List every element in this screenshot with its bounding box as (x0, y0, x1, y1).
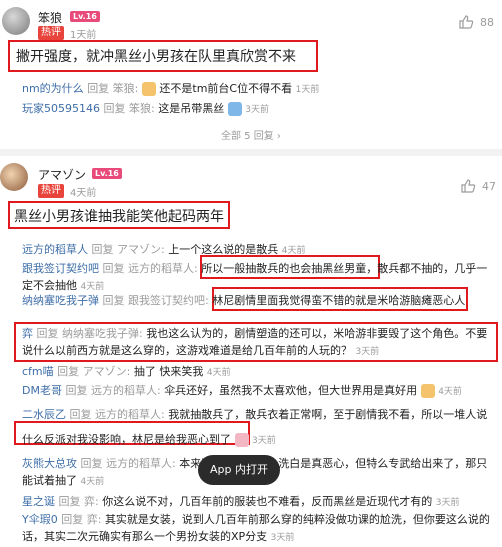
reply-item[interactable]: 星之诞 回复 弈: 你这么说不对，几百年前的服装也不难看，反而黑丝是近现代才有的… (22, 493, 459, 509)
reply-target: 远方的稻草人: (106, 457, 176, 470)
reply-username[interactable]: 星之诞 (22, 495, 55, 508)
comment-username[interactable]: 笨狼 (38, 9, 62, 26)
reply-username[interactable]: Y伞瑕0 (22, 513, 58, 526)
reply-target: 远方的稻草人: (90, 384, 161, 397)
reply-time: 4天前 (438, 387, 462, 397)
reply-item[interactable]: cfm喵 回复 アマゾン: 抽了 快来笑我 4天前 (22, 363, 231, 379)
reply-target: 远方的稻草人: (95, 408, 165, 421)
reply-item[interactable]: 玩家50595146 回复 笨狼: 这是吊带黑丝 3天前 (22, 100, 269, 116)
reply-target: 笨狼: (112, 82, 139, 95)
reply-item[interactable]: 纳纳塞吃我子弹 回复 跟我签订契约吧: 林尼剧情里面我觉得蛮不错的就是米哈游脑瘫… (22, 292, 465, 308)
reply-time: 4天前 (206, 368, 231, 378)
reply-text: 抽了 快来笑我 (133, 365, 204, 378)
reply-separator: 回复 (65, 384, 88, 397)
like-count: 88 (480, 16, 494, 29)
reply-text: 这是吊带黑丝 (158, 102, 225, 115)
reply-target: 弈: (84, 495, 99, 508)
reply-target: アマゾン: (82, 365, 131, 378)
reply-time: 3天前 (245, 105, 269, 115)
reply-item[interactable]: DM老哥 回复 远方的稻草人: 伞兵还好，虽然我不太喜欢他，但大世界用是真好用 … (22, 382, 462, 398)
reply-time: 3天前 (435, 498, 460, 508)
reply-time: 1天前 (295, 85, 320, 95)
thumb-up-icon (461, 179, 476, 193)
reply-text: 还不是tm前台C位不得不看 (159, 82, 293, 95)
open-in-app-button[interactable]: App 内打开 (198, 455, 280, 485)
chevron-right-icon: › (276, 131, 281, 142)
reply-username[interactable]: nm的为什么 (22, 82, 84, 95)
reply-target: 远方的稻草人: (128, 262, 198, 275)
reply-target: 纳纳塞吃我子弹: (62, 327, 143, 340)
level-badge: Lv.16 (70, 11, 100, 22)
reply-target: 跟我签订契约吧: (128, 294, 209, 307)
reply-text: 你这么说不对，几百年前的服装也不难看，反而黑丝是近现代才有的 (102, 495, 433, 508)
reply-item[interactable]: nm的为什么 回复 笨狼: 还不是tm前台C位不得不看 1天前 (22, 80, 319, 96)
reply-separator: 回复 (87, 82, 110, 95)
reply-separator: 回复 (69, 408, 92, 421)
level-badge: Lv.16 (92, 168, 122, 179)
open-in-app-label: App 内打开 (210, 463, 268, 476)
reply-username[interactable]: 灰熊大总攻 (22, 457, 77, 470)
reply-separator: 回复 (102, 294, 125, 307)
section-divider (0, 149, 502, 156)
hot-comment-badge: 热评 (38, 26, 64, 40)
reply-target: 弈: (86, 513, 102, 526)
comment-text: 黑丝小男孩谁抽我能笑他起码两年 (14, 209, 224, 225)
emoji-sticker-icon (234, 433, 249, 447)
reply-separator: 回复 (58, 495, 81, 508)
reply-separator: 回复 (91, 243, 114, 256)
reply-item[interactable]: 二水辰乙 回复 远方的稻草人: 我就抽散兵了，散兵衣着正常啊，至于剧情我不看，所… (22, 402, 492, 454)
reply-separator: 回复 (103, 102, 126, 115)
reply-username[interactable]: 玩家50595146 (22, 102, 100, 115)
comment-username[interactable]: アマゾン (38, 166, 86, 183)
reply-item[interactable]: Y伞瑕0 回复 弈: 其实就是女装，说到人几百年前那么穿的纯粹没做功课的尬洗，但… (22, 511, 492, 547)
reply-username[interactable]: 跟我签订契约吧 (22, 262, 99, 275)
hot-comment-badge: 热评 (38, 184, 64, 198)
view-all-label: 全部 5 回复 (221, 131, 274, 142)
reply-username[interactable]: DM老哥 (22, 384, 62, 397)
emoji-sticker-icon (227, 102, 242, 116)
like-button[interactable] (460, 178, 476, 194)
avatar[interactable] (2, 7, 30, 35)
reply-text: 伞兵还好，虽然我不太喜欢他，但大世界用是真好用 (164, 384, 418, 397)
view-all-replies[interactable]: 全部 5 回复 › (221, 127, 281, 142)
reply-separator: 回复 (36, 327, 59, 340)
emoji-sticker-icon (420, 384, 435, 398)
reply-separator: 回复 (61, 513, 84, 526)
avatar[interactable] (0, 163, 28, 191)
like-count: 47 (482, 180, 496, 193)
reply-separator: 回复 (102, 262, 125, 275)
reply-username[interactable]: 弈 (22, 327, 33, 340)
reply-time: 3天前 (252, 436, 276, 446)
comment-text: 撇开强度，就冲黑丝小男孩在队里真欣赏不来 (16, 49, 296, 65)
reply-username[interactable]: cfm喵 (22, 365, 54, 378)
reply-time: 4天前 (80, 477, 105, 487)
reply-target: アマゾン: (117, 243, 165, 256)
comment-time: 4天前 (70, 188, 97, 199)
like-button[interactable] (458, 14, 474, 30)
reply-separator: 回复 (80, 457, 103, 470)
emoji-sticker-icon (141, 82, 156, 96)
reply-target: 笨狼: (129, 102, 155, 115)
comment-time: 1天前 (70, 30, 97, 41)
reply-item[interactable]: 弈 回复 纳纳塞吃我子弹: 我也这么认为的，剧情塑造的还可以，米哈游非要毁了这个… (22, 325, 492, 361)
reply-username[interactable]: 纳纳塞吃我子弹 (22, 294, 99, 307)
thumb-up-icon (459, 15, 474, 29)
reply-separator: 回复 (57, 365, 80, 378)
reply-time: 3天前 (270, 533, 295, 543)
reply-text: 林尼剧情里面我觉得蛮不错的就是米哈游脑瘫恶心人 (212, 294, 466, 307)
reply-time: 3天前 (355, 347, 380, 357)
reply-username[interactable]: 远方的稻草人 (22, 243, 88, 256)
reply-username[interactable]: 二水辰乙 (22, 408, 66, 421)
reply-time: 4天前 (80, 282, 105, 292)
